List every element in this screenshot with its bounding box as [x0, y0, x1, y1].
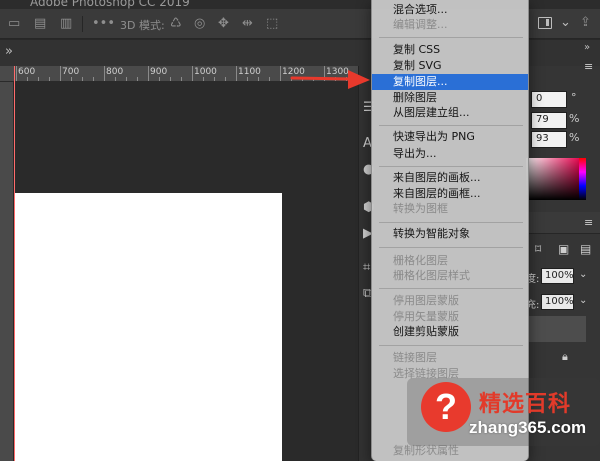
- share-icon[interactable]: ⇪: [580, 15, 591, 31]
- crop-icon[interactable]: ⌗: [363, 260, 370, 275]
- angle-field[interactable]: 0: [531, 91, 567, 108]
- layer-row-selected[interactable]: [526, 316, 586, 342]
- opacity-b-unit: %: [569, 131, 580, 144]
- watermark: ? 精选百科 zhang365.com: [407, 378, 600, 446]
- 3d-mode-label: 3D 模式:: [120, 19, 165, 32]
- workspace-icon[interactable]: [538, 17, 552, 29]
- opacity-a-unit: %: [569, 112, 580, 125]
- angle-unit: °: [571, 91, 577, 104]
- watermark-brand: 精选百科: [479, 392, 572, 417]
- collapse-panels-icon[interactable]: »: [5, 44, 13, 59]
- watermark-question-icon: ?: [421, 382, 471, 432]
- ruler-tick: 800: [106, 67, 124, 77]
- menu-item-create-clipping-mask[interactable]: 创建剪贴蒙版: [372, 324, 528, 340]
- watermark-site: zhang365.com: [469, 418, 587, 437]
- ruler-tick: 900: [150, 67, 168, 77]
- menu-item-delete-layer[interactable]: 删除图层: [372, 90, 528, 106]
- expand-panels-icon[interactable]: »: [584, 42, 590, 53]
- lock-icon: 🔒︎: [562, 350, 568, 363]
- artboard-icon[interactable]: ▤: [580, 242, 591, 256]
- menu-item-artboard-from-layers[interactable]: 来自图层的画板...: [372, 170, 528, 186]
- menu-item-rasterize-layer[interactable]: 栅格化图层: [372, 253, 528, 269]
- menu-item-blending-options[interactable]: 混合选项...: [372, 2, 528, 18]
- transform-icon[interactable]: ⌑: [535, 242, 541, 256]
- pan-icon[interactable]: ✥: [218, 16, 229, 32]
- ruler-tick: 1000: [194, 67, 217, 77]
- menu-item-frame-from-layers[interactable]: 来自图层的画框...: [372, 186, 528, 202]
- fill-dropdown-icon[interactable]: ⌄: [579, 295, 587, 306]
- align-middle-icon[interactable]: ▤: [34, 16, 46, 32]
- ruler-tick: 700: [62, 67, 80, 77]
- roll-icon[interactable]: ◎: [194, 16, 205, 32]
- annotation-arrow: [290, 70, 370, 89]
- menu-item-convert-to-frame[interactable]: 转换为图框: [372, 201, 528, 217]
- menu-item-disable-vector-mask[interactable]: 停用矢量蒙版: [372, 309, 528, 325]
- menu-item-rasterize-layer-style[interactable]: 栅格化图层样式: [372, 268, 528, 284]
- vertical-ruler: [0, 82, 14, 461]
- ruler-tick: 600: [18, 67, 36, 77]
- scale-icon[interactable]: ⬚: [266, 16, 278, 32]
- menu-item-link-layers[interactable]: 链接图层: [372, 350, 528, 366]
- opacity-dropdown-icon[interactable]: ⌄: [579, 269, 587, 280]
- color-picker-field[interactable]: [526, 158, 581, 200]
- menu-item-group-from-layers[interactable]: 从图层建立组...: [372, 105, 528, 121]
- menu-item-duplicate-layer[interactable]: 复制图层...: [372, 74, 528, 90]
- menu-item-export-as[interactable]: 导出为...: [372, 146, 528, 162]
- document-canvas[interactable]: [14, 193, 282, 461]
- panel-menu-icon[interactable]: ≡: [584, 60, 593, 73]
- menu-item-copy-svg[interactable]: 复制 SVG: [372, 58, 528, 74]
- window-title: Adobe Photoshop CC 2019: [30, 0, 190, 9]
- align-bottom-icon[interactable]: ▥: [60, 16, 72, 32]
- menu-item-convert-to-smart-object[interactable]: 转换为智能对象: [372, 226, 528, 242]
- workspace-chevron-icon[interactable]: ⌄: [560, 15, 571, 30]
- menu-item-copy-css[interactable]: 复制 CSS: [372, 42, 528, 58]
- menu-item-disable-layer-mask[interactable]: 停用图层蒙版: [372, 293, 528, 309]
- opacity-field[interactable]: 100%: [541, 268, 574, 284]
- more-options-icon[interactable]: •••: [92, 16, 115, 32]
- lock-pixels-icon[interactable]: ▣: [558, 242, 569, 256]
- opacity-a-field[interactable]: 79: [531, 112, 567, 129]
- orbit-icon[interactable]: ♺: [170, 16, 182, 32]
- hue-slider[interactable]: [579, 158, 586, 200]
- slide-icon[interactable]: ⇹: [242, 16, 253, 32]
- ruler-tick: 1100: [238, 67, 261, 77]
- align-top-icon[interactable]: ▭: [8, 16, 20, 32]
- menu-item-edit-adjustment[interactable]: 编辑调整...: [372, 17, 528, 33]
- guide-line[interactable]: [14, 66, 15, 461]
- layers-menu-icon[interactable]: ≡: [584, 216, 593, 229]
- menu-item-quick-export-png[interactable]: 快速导出为 PNG: [372, 129, 528, 145]
- fill-field[interactable]: 100%: [541, 294, 574, 310]
- opacity-b-field[interactable]: 93: [531, 131, 567, 148]
